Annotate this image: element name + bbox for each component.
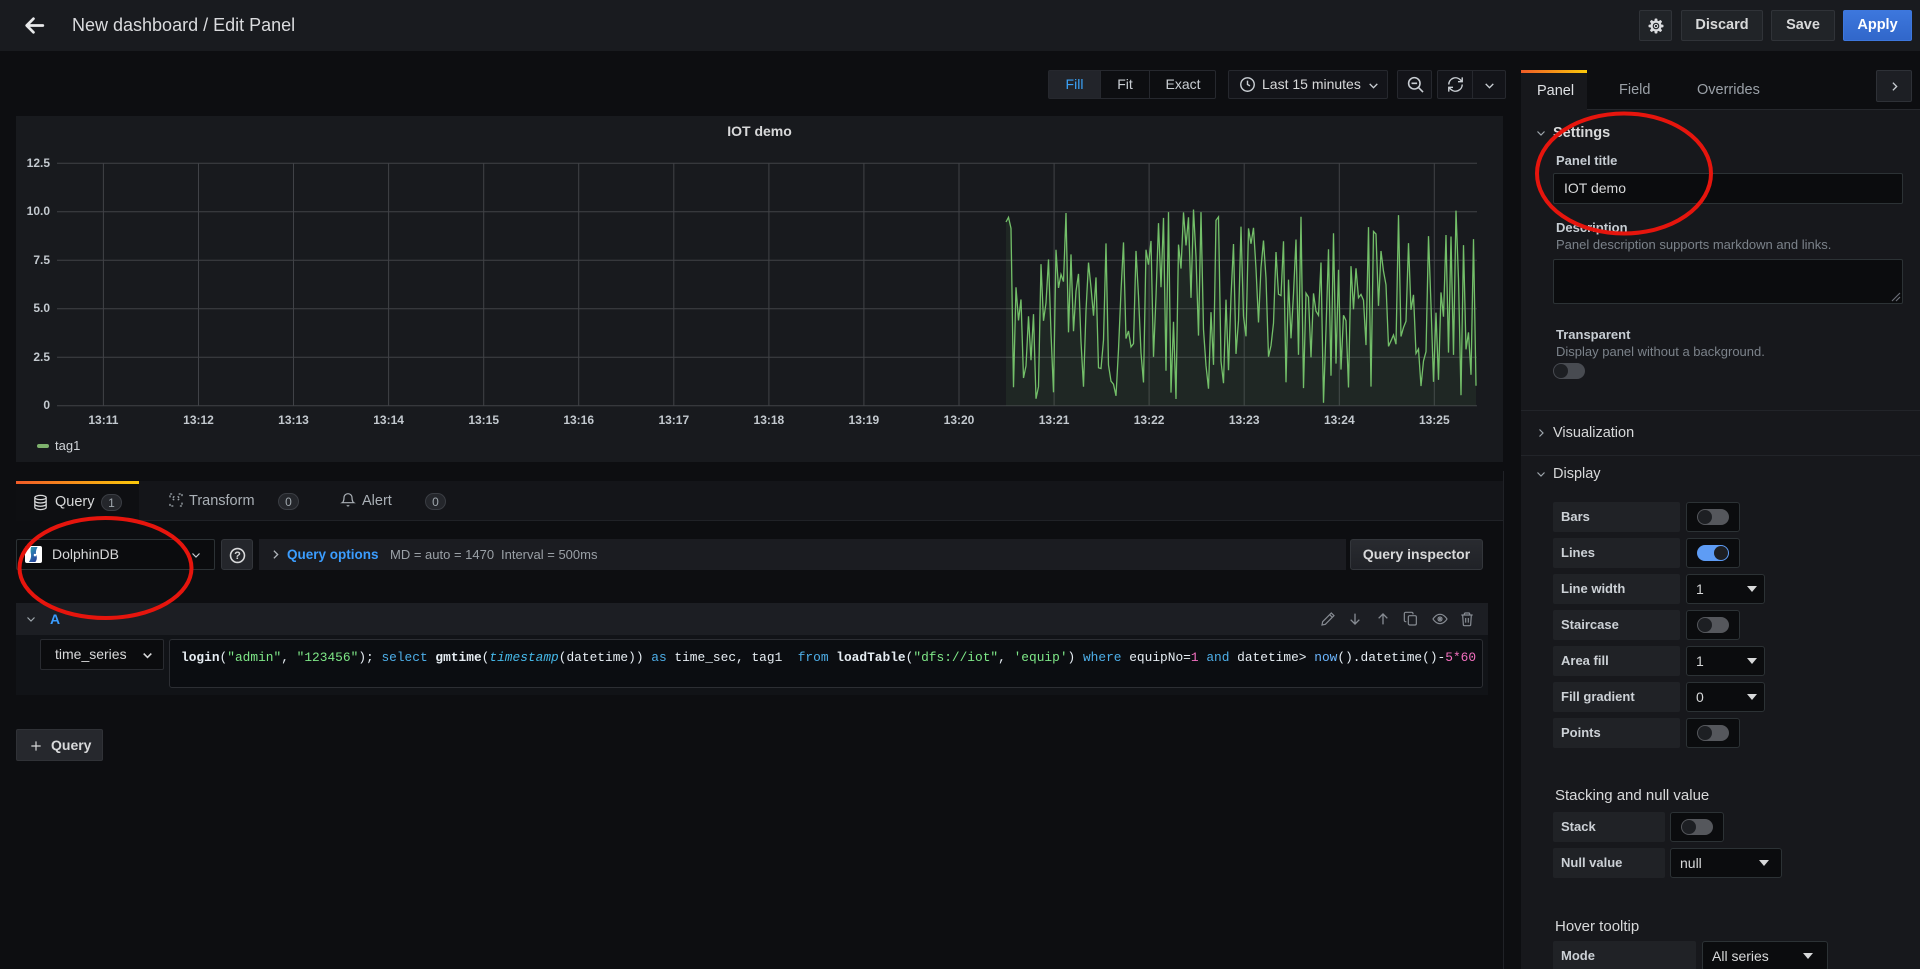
svg-text:?: ? <box>234 550 241 562</box>
